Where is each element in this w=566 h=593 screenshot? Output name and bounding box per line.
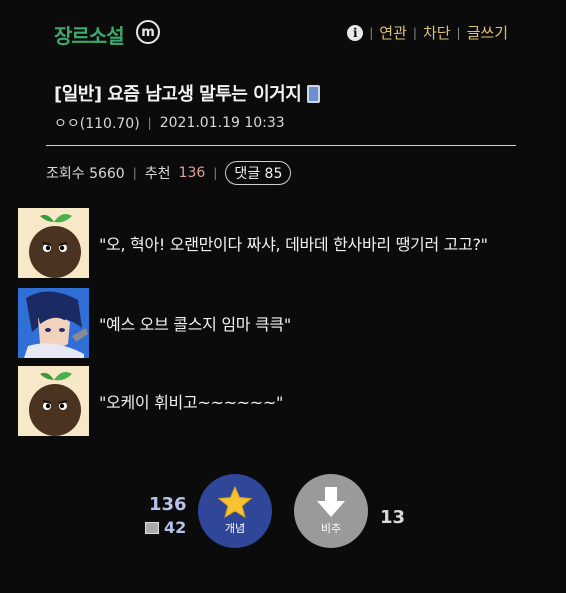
recommend-label: 추천 — [144, 166, 171, 182]
recommend-count: 136 — [178, 165, 206, 181]
related-link[interactable]: 연관 — [379, 22, 407, 43]
upvote-label: 개념 — [224, 522, 246, 535]
author[interactable]: ㅇㅇ(110.70) — [54, 113, 140, 133]
dialogue-row: "오케이 휘비고~~~~~~" — [18, 366, 283, 436]
block-link[interactable]: 차단 — [423, 22, 451, 43]
separator: | — [147, 116, 152, 130]
post-title-text: [일반] 요즘 남고생 말투는 이거지 — [54, 84, 302, 105]
post-datetime: 2021.01.19 10:33 — [159, 115, 285, 131]
minor-gallery-badge: m — [136, 20, 160, 44]
downvote-count: 13 — [380, 507, 406, 528]
fixed-user-icon — [145, 522, 159, 534]
write-link[interactable]: 글쓰기 — [467, 22, 508, 43]
separator: | — [213, 166, 218, 180]
vote-area: 136 42 개념 비추 13 — [140, 474, 440, 554]
post-meta: ㅇㅇ(110.70) | 2021.01.19 10:33 — [54, 113, 285, 133]
view-count: 조회수 5660 — [46, 166, 125, 182]
separator: | — [369, 25, 374, 40]
dialogue-line: "예스 오브 콜스지 임마 큭큭" — [99, 315, 291, 334]
dialogue-line: "오케이 휘비고~~~~~~" — [99, 393, 284, 412]
downvote-button[interactable]: 비추 — [294, 474, 368, 548]
dialogue-row: "예스 오브 콜스지 임마 큭큭" — [18, 288, 291, 358]
separator: | — [132, 166, 137, 180]
upvote-count: 136 — [149, 494, 187, 515]
dialogue-row: "오, 혁아! 오랜만이다 짜샤, 데바데 한사바리 땡기러 고고?" — [18, 208, 488, 278]
sprout-avatar — [18, 208, 89, 278]
anime-avatar — [18, 288, 89, 358]
mobile-icon — [307, 85, 321, 103]
gallery-header: 장르소설 m i | 연관 | 차단 | 글쓰기 — [0, 14, 566, 50]
dialogue-line: "오, 혁아! 오랜만이다 짜샤, 데바데 한사바리 땡기러 고고?" — [99, 235, 488, 254]
star-icon — [218, 486, 252, 518]
info-icon[interactable]: i — [347, 24, 364, 41]
post-stats: 조회수 5660 | 추천 136 | 댓글 85 — [46, 161, 292, 185]
gallery-title[interactable]: 장르소설 — [54, 20, 125, 49]
sprout-avatar — [18, 366, 89, 436]
header-links: i | 연관 | 차단 | 글쓰기 — [347, 22, 508, 43]
arrow-down-icon — [317, 487, 345, 517]
downvote-label: 비추 — [320, 522, 342, 535]
divider — [46, 145, 516, 146]
fixed-user-count: 42 — [164, 518, 187, 537]
separator: | — [456, 25, 461, 40]
comment-count-button[interactable]: 댓글 85 — [225, 161, 292, 185]
post-title: [일반] 요즘 남고생 말투는 이거지 — [54, 80, 321, 106]
separator: | — [412, 25, 417, 40]
upvote-button[interactable]: 개념 — [198, 474, 272, 548]
